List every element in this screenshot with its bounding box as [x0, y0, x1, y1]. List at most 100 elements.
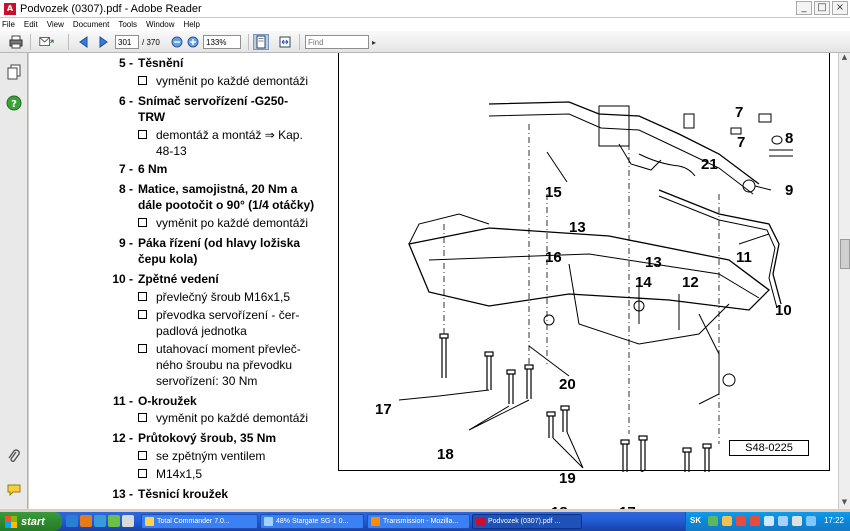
item-label: Páka řízení (od hlavy ložiska [138, 236, 301, 250]
task-stargate[interactable]: 48% Stargate SG-1 0... [260, 514, 364, 529]
connection-icon[interactable] [806, 516, 816, 526]
item-label: Těsnicí kroužek [138, 487, 229, 501]
close-button[interactable]: × [832, 1, 848, 15]
item-label: 6 Nm [138, 162, 168, 176]
menu-window[interactable]: Window [146, 20, 174, 29]
figure-reference: S48-0225 [729, 440, 809, 456]
menu-file[interactable]: File [2, 20, 15, 29]
item-label: TRW [138, 110, 166, 124]
callout-11: 11 [736, 249, 752, 266]
callout-7: 7 [735, 104, 744, 121]
comments-icon[interactable] [5, 481, 23, 499]
menu-help[interactable]: Help [184, 20, 200, 29]
menu-tools[interactable]: Tools [118, 20, 137, 29]
task-transmission[interactable]: Transmission - Mozilla... [367, 514, 470, 529]
callout-16: 16 [545, 249, 562, 266]
item-label: Těsnění [138, 56, 184, 70]
navigation-pane: ? [0, 53, 28, 509]
language-indicator[interactable]: SK [690, 516, 701, 525]
menu-bar: File Edit View Document Tools Window Hel… [0, 18, 850, 31]
svg-text:?: ? [11, 99, 17, 110]
callout-14: 14 [635, 274, 652, 291]
total-commander-icon [145, 517, 154, 526]
alert-icon[interactable] [750, 516, 760, 526]
zoom-out-icon[interactable] [169, 34, 185, 50]
item-label: Matice, samojistná, 20 Nm a [138, 182, 298, 196]
print-icon[interactable] [8, 34, 24, 50]
callout-13b: 13 [645, 254, 662, 271]
callout-15: 15 [545, 184, 562, 201]
prev-page-icon[interactable] [76, 34, 92, 50]
ie-quicklaunch-icon[interactable] [94, 515, 106, 527]
start-button[interactable]: start [0, 512, 62, 531]
callout-18: 18 [437, 446, 454, 463]
zoom-in-icon[interactable] [185, 34, 201, 50]
scroll-up-icon[interactable]: ▲ [839, 53, 850, 64]
desktop-quicklaunch-icon[interactable] [66, 515, 78, 527]
technical-drawing: 7 7 8 21 9 15 13 13 12 11 16 14 10 20 17… [338, 53, 830, 509]
minimize-button[interactable]: _ [796, 1, 812, 15]
parts-list: 5 - Těsnění vyměnit po každé demontáži 6… [112, 56, 315, 501]
help-icon[interactable]: ? [5, 94, 23, 112]
pdf-icon: A [4, 2, 16, 15]
title-bar: A Podvozek (0307).pdf - Adobe Reader _ □… [0, 0, 850, 18]
zoom-input[interactable] [203, 35, 241, 49]
item-label: čepu kola) [138, 252, 198, 266]
pdf-icon [476, 517, 485, 526]
callout-20: 20 [559, 376, 576, 393]
vertical-scrollbar[interactable]: ▲ ▼ [838, 53, 850, 509]
callout-8: 8 [785, 130, 794, 147]
item-label: Zpětné vedení [138, 272, 219, 286]
callout-12: 12 [682, 274, 699, 291]
adobe-reader-window: A Podvozek (0307).pdf - Adobe Reader _ □… [0, 0, 850, 531]
attachment-icon[interactable] [5, 448, 23, 466]
find-input[interactable] [305, 35, 369, 49]
display-icon[interactable] [778, 516, 788, 526]
page-total: / 370 [142, 38, 160, 47]
callout-7b: 7 [737, 134, 746, 151]
pages-icon[interactable] [5, 63, 23, 81]
toolbar: / 370 ▸ [0, 31, 850, 53]
item-label: dále pootočit o 90° (1/4 otáčky) [138, 198, 315, 212]
next-page-icon[interactable] [95, 34, 111, 50]
maximize-button[interactable]: □ [814, 1, 830, 15]
scroll-down-icon[interactable]: ▼ [839, 498, 850, 509]
security-icon[interactable] [722, 516, 732, 526]
volume-icon[interactable] [764, 516, 774, 526]
torrent-icon [264, 517, 273, 526]
item-label: O-kroužek [138, 394, 197, 408]
callout-19: 19 [559, 470, 576, 487]
menu-document[interactable]: Document [73, 20, 109, 29]
email-icon[interactable] [38, 34, 54, 50]
folder-quicklaunch-icon[interactable] [122, 515, 134, 527]
antivirus-icon[interactable] [736, 516, 746, 526]
search-icon[interactable]: ▸ [369, 34, 379, 50]
fit-width-icon[interactable] [277, 34, 293, 50]
callout-17: 17 [375, 401, 392, 418]
item-label: Snímač servořízení -G250- [138, 94, 289, 108]
task-total-commander[interactable]: Total Commander 7.0... [141, 514, 258, 529]
menu-edit[interactable]: Edit [24, 20, 38, 29]
system-tray: SK 17:22 [685, 512, 850, 531]
document-view[interactable]: 5 - Těsnění vyměnit po každé demontáži 6… [29, 53, 838, 509]
clock[interactable]: 17:22 [824, 516, 844, 525]
menu-view[interactable]: View [47, 20, 64, 29]
task-podvozek-pdf[interactable]: Podvozek (0307).pdf ... [472, 514, 582, 529]
window-title: Podvozek (0307).pdf - Adobe Reader [20, 2, 202, 15]
page-number-input[interactable] [115, 35, 139, 49]
subframe-drawing [398, 101, 793, 472]
fit-page-icon[interactable] [253, 34, 269, 50]
network-icon[interactable] [708, 516, 718, 526]
callout-9: 9 [785, 182, 794, 199]
scroll-thumb[interactable] [840, 239, 850, 269]
taskbar: start Total Commander 7.0... 48% Stargat… [0, 512, 850, 531]
item-label: Průtokový šroub, 35 Nm [138, 431, 277, 445]
start-label: start [21, 515, 45, 528]
callout-21: 21 [701, 156, 718, 173]
app-quicklaunch-icon[interactable] [108, 515, 120, 527]
bluetooth-icon[interactable] [792, 516, 802, 526]
firefox-quicklaunch-icon[interactable] [80, 515, 92, 527]
firefox-icon [371, 517, 380, 526]
callout-13: 13 [569, 219, 586, 236]
callout-10: 10 [775, 302, 792, 319]
